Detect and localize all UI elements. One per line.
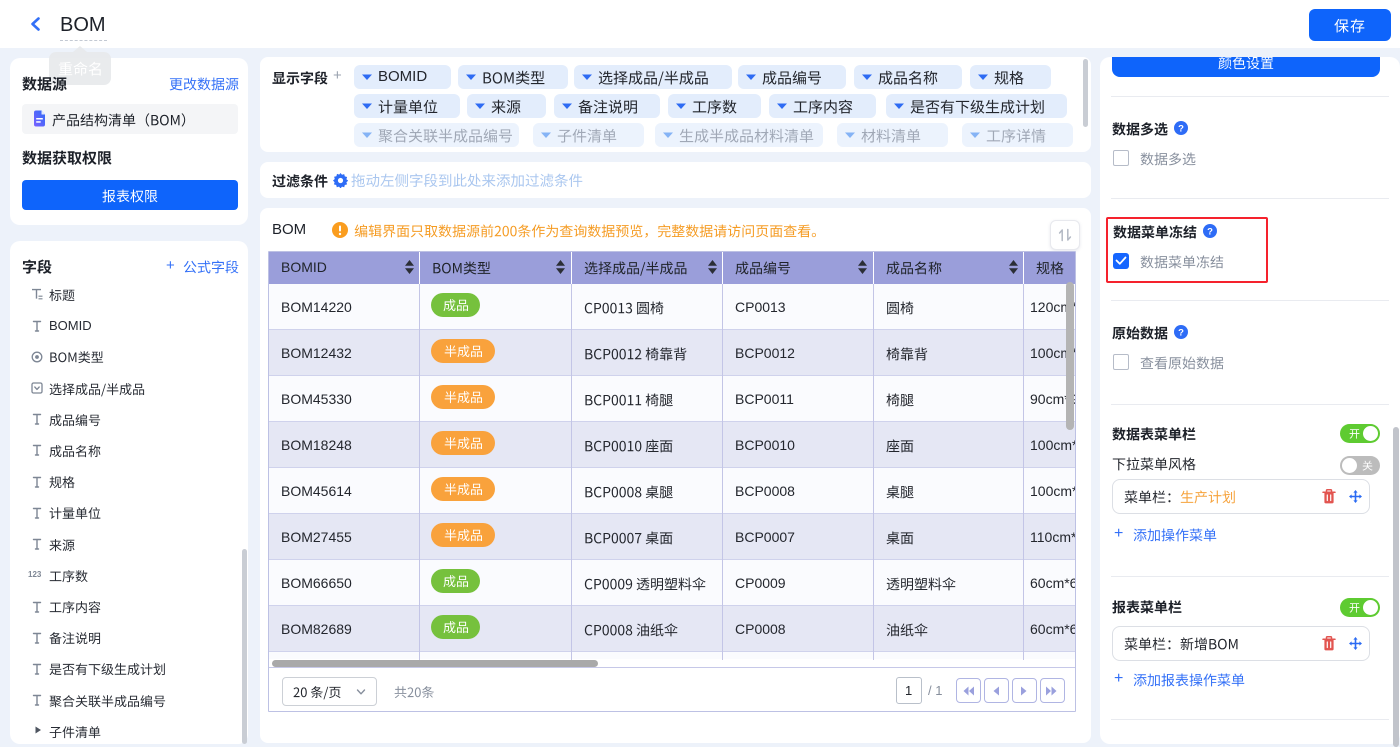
svg-text:?: ? xyxy=(1178,124,1184,135)
svg-text:?: ? xyxy=(1207,227,1213,238)
svg-text:?: ? xyxy=(1178,328,1184,339)
